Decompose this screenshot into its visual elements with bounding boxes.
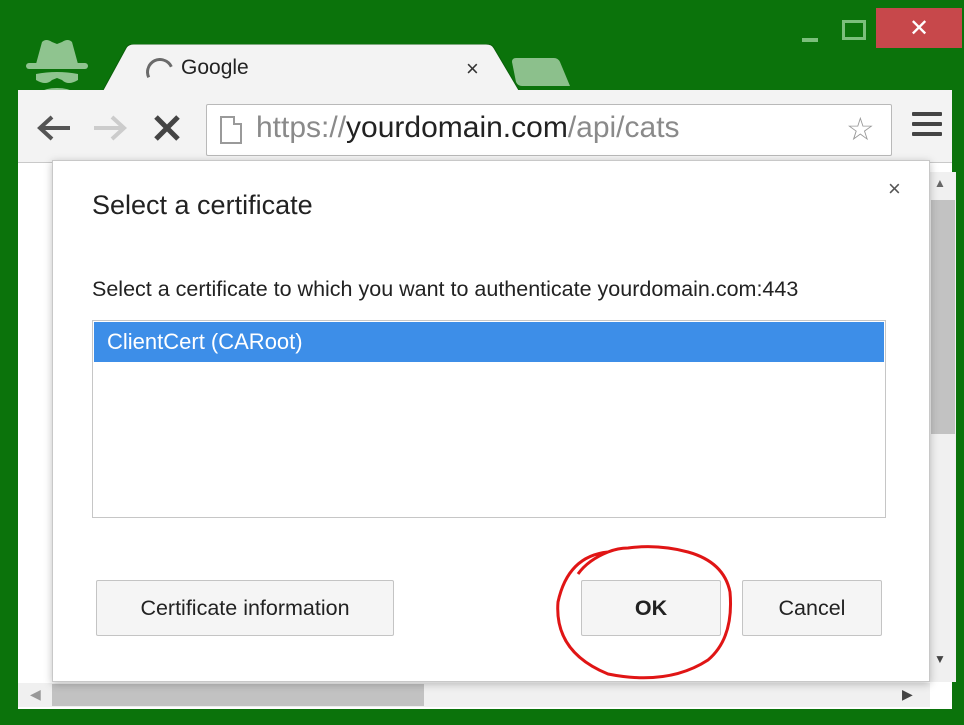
page-icon (220, 116, 242, 144)
scroll-down-icon[interactable]: ▼ (934, 652, 946, 666)
back-arrow-icon (37, 115, 70, 141)
scroll-up-icon[interactable]: ▲ (934, 176, 946, 190)
star-icon[interactable]: ☆ (846, 110, 875, 148)
horizontal-scroll-thumb[interactable] (52, 684, 424, 706)
tab-close-icon[interactable]: × (466, 56, 479, 82)
stop-icon (154, 115, 180, 141)
minimize-button[interactable] (793, 8, 831, 48)
red-annotation-circle (556, 545, 733, 680)
close-icon: ✕ (908, 14, 930, 42)
dialog-close-icon[interactable]: × (888, 176, 901, 202)
forward-arrow-icon (94, 115, 127, 141)
cancel-button[interactable]: Cancel (742, 580, 882, 636)
scroll-right-icon[interactable]: ▶ (902, 686, 913, 703)
window-close-button[interactable]: ✕ (876, 8, 962, 48)
maximize-button[interactable] (836, 8, 874, 48)
hamburger-menu-icon[interactable] (912, 112, 942, 142)
vertical-scroll-thumb[interactable] (931, 200, 955, 434)
url-scheme: https:// (256, 111, 347, 144)
url-host: yourdomain.com (346, 111, 568, 144)
certificate-list-item[interactable]: ClientCert (CARoot) (94, 322, 884, 362)
new-tab-button[interactable] (510, 56, 572, 88)
url-text[interactable]: https://yourdomain.com/api/cats (256, 111, 680, 145)
certificate-information-button[interactable]: Certificate information (96, 580, 394, 636)
dialog-description: Select a certificate to which you want t… (92, 277, 799, 301)
stop-button[interactable] (152, 113, 182, 149)
tab-title: Google (181, 56, 249, 79)
url-path: /api/cats (567, 111, 680, 144)
back-button[interactable] (36, 113, 72, 149)
dialog-title: Select a certificate (92, 190, 313, 220)
scroll-left-icon[interactable]: ◀ (30, 686, 41, 703)
forward-button[interactable] (92, 113, 128, 149)
